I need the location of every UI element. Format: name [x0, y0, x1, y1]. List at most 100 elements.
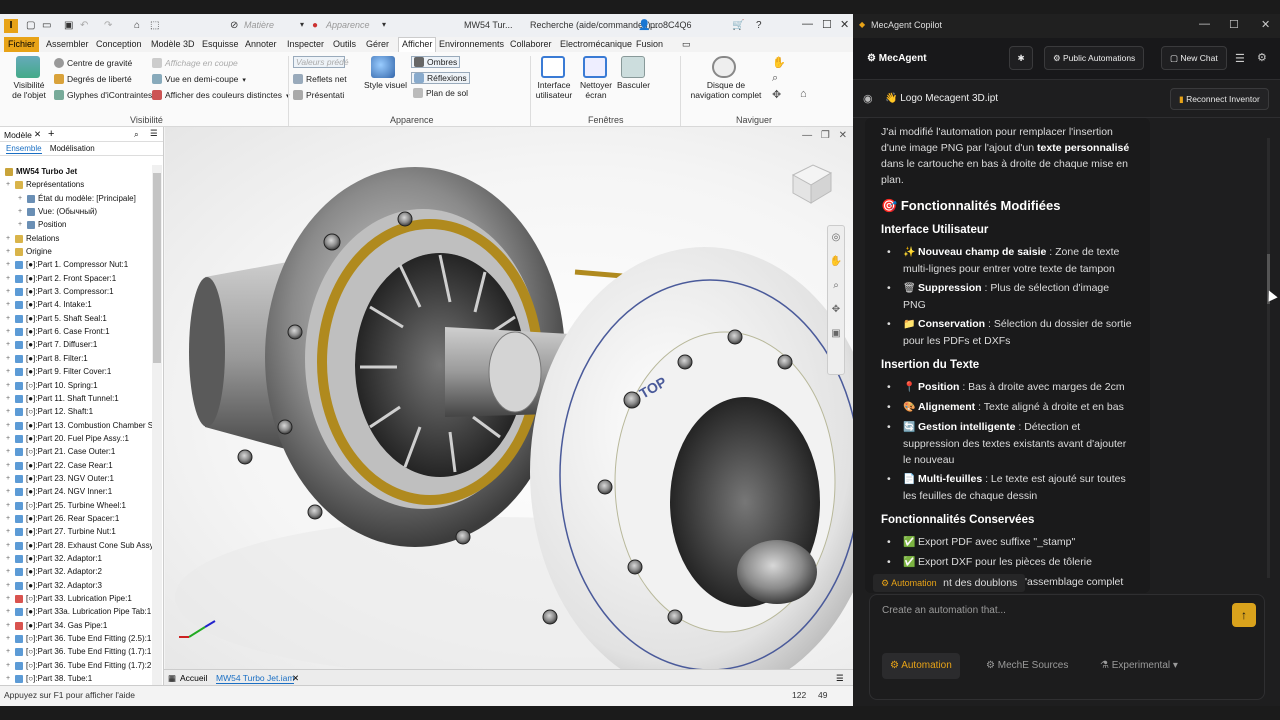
chevron-down-icon[interactable]: ▾ [300, 20, 304, 29]
look-at-icon[interactable]: ▣ [828, 322, 844, 346]
menu-g-rer[interactable]: Gérer [366, 39, 389, 49]
chevron-down-icon[interactable]: ▾ [382, 20, 386, 29]
tab-modeling[interactable]: Modélisation [50, 144, 95, 153]
expand-icon[interactable]: + [6, 232, 12, 245]
expand-icon[interactable]: + [18, 205, 24, 218]
expand-icon[interactable]: + [6, 312, 12, 325]
nav-disk-button[interactable]: Disque de navigation complet [688, 80, 764, 100]
menu-esquisse[interactable]: Esquisse [202, 39, 239, 49]
expand-icon[interactable]: + [6, 285, 12, 298]
net-reflections-button[interactable]: Reflets net [293, 74, 347, 84]
expand-icon[interactable]: + [6, 178, 12, 191]
expand-icon[interactable]: + [6, 499, 12, 512]
tree-item[interactable]: + [●]:Part 9. Filter Cover:1 [0, 365, 152, 378]
expand-icon[interactable]: + [6, 565, 12, 578]
active-doc-tab[interactable]: MW54 Turbo Jet.iam [216, 673, 295, 684]
maximize-button[interactable]: ☐ [1229, 18, 1239, 31]
user-icon[interactable]: 👤 [638, 20, 650, 31]
expand-icon[interactable]: + [6, 579, 12, 592]
expand-icon[interactable]: + [6, 419, 12, 432]
expand-icon[interactable]: + [6, 539, 12, 552]
tree-item[interactable]: + Vue: (Обычный) [0, 205, 152, 218]
tree-item[interactable]: + [●]:Part 32. Adaptor:3 [0, 579, 152, 592]
shadows-button[interactable]: Ombres [411, 56, 461, 68]
visual-style-button[interactable]: Style visuel [364, 80, 407, 90]
undo-icon[interactable]: ↶ [80, 20, 88, 31]
chevron-down-icon[interactable]: ▾ [242, 77, 246, 84]
tree-item[interactable]: + [●]:Part 5. Shaft Seal:1 [0, 312, 152, 325]
tabs-menu-icon[interactable]: ☰ [836, 673, 844, 684]
expand-icon[interactable]: + [6, 512, 12, 525]
menu-electrom-canique[interactable]: Electromécanique [560, 39, 632, 49]
menu-fusion[interactable]: Fusion [636, 39, 663, 49]
expand-icon[interactable]: + [6, 472, 12, 485]
expand-icon[interactable]: + [6, 379, 12, 392]
orbit-icon[interactable]: ✥ [828, 298, 844, 322]
expand-icon[interactable]: + [6, 298, 12, 311]
switch-button[interactable]: Basculer [617, 80, 650, 90]
expand-icon[interactable]: + [6, 525, 12, 538]
ribbon-options-icon[interactable]: ▭ [682, 39, 691, 50]
expand-icon[interactable]: + [18, 218, 24, 231]
close-button[interactable]: ✕ [1261, 18, 1270, 31]
tree-item[interactable]: + [●]:Part 2. Front Spacer:1 [0, 272, 152, 285]
tree-item[interactable]: + [●]:Part 33a. Lubrication Pipe Tab:1 [0, 605, 152, 618]
menu-inspecter[interactable]: Inspecter [287, 39, 324, 49]
glyphs-button[interactable]: Glyphes d'iContraintes [54, 90, 152, 100]
reflections-button[interactable]: Réflexions [411, 72, 470, 84]
save-icon[interactable]: ▣ [64, 20, 73, 31]
menu-fichier[interactable]: Fichier [4, 37, 40, 52]
expand-icon[interactable]: + [6, 632, 12, 645]
chat-area[interactable]: J'ai modifié l'automation pour remplacer… [853, 118, 1280, 593]
reconnect-inventor-button[interactable]: ▮ Reconnect Inventor [1170, 88, 1269, 110]
tree-item[interactable]: + État du modèle: [Principale] [0, 192, 152, 205]
close-button[interactable]: ✕ [840, 18, 849, 31]
tree-item[interactable]: + [○]:Part 36. Tube End Fitting (1.7):2 [0, 659, 152, 672]
expand-icon[interactable]: + [6, 338, 12, 351]
menu-icon[interactable]: ☰ [1235, 52, 1245, 65]
mode-experimental[interactable]: ⚗ Experimental ▾ [1092, 653, 1186, 679]
new-file-icon[interactable]: ▢ [26, 20, 35, 31]
tree-item[interactable]: + [○]:Part 10. Spring:1 [0, 379, 152, 392]
tree-item[interactable]: + [●]:Part 3. Compressor:1 [0, 285, 152, 298]
tree-item[interactable]: + [○]:Part 36. Tube End Fitting (1.7):1 [0, 645, 152, 658]
close-icon[interactable]: ✕ [34, 129, 41, 140]
display-coupe-button[interactable]: Affichage en coupe [152, 58, 238, 68]
expand-icon[interactable]: + [18, 192, 24, 205]
zoom-icon[interactable]: ⌕ [828, 274, 844, 298]
tree-item[interactable]: + Relations [0, 232, 152, 245]
menu-icon[interactable]: ☰ [150, 128, 158, 139]
viewcube[interactable] [787, 159, 835, 207]
expand-icon[interactable]: + [6, 659, 12, 672]
tree-item[interactable]: + [●]:Part 27. Turbine Nut:1 [0, 525, 152, 538]
inventor-logo-icon[interactable]: I [4, 19, 18, 33]
tab-assembly[interactable]: Ensemble [6, 144, 42, 154]
home-view-icon[interactable]: ⌂ [800, 88, 807, 100]
pan-icon[interactable]: ✋ [828, 250, 844, 274]
user-interface-button[interactable]: Interface utilisateur [534, 80, 574, 100]
tree-item[interactable]: + [○]:Part 21. Case Outer:1 [0, 445, 152, 458]
tree-item[interactable]: + [○]:Part 36. Tube End Fitting (2.5):1 [0, 632, 152, 645]
public-automations-button[interactable]: ⚙ Public Automations [1044, 46, 1145, 70]
tree-item[interactable]: + [○]:Part 38. Tube:1 [0, 672, 152, 685]
expand-icon[interactable]: + [6, 365, 12, 378]
close-view-icon[interactable]: ✕ [839, 130, 847, 141]
tree-item[interactable]: + [●]:Part 28. Exhaust Cone Sub Assy.:1 [0, 539, 152, 552]
expand-icon[interactable]: + [6, 619, 12, 632]
tree-item[interactable]: + [●]:Part 4. Intake:1 [0, 298, 152, 311]
open-folder-icon[interactable]: ▭ [42, 20, 51, 31]
turbojet-model[interactable]: TOP [165, 127, 853, 683]
tree-item[interactable]: + Position [0, 218, 152, 231]
tree-item[interactable]: + [●]:Part 6. Case Front:1 [0, 325, 152, 338]
close-tab-icon[interactable]: ✕ [292, 673, 299, 684]
menu-environnements[interactable]: Environnements [439, 39, 504, 49]
menu-collaborer[interactable]: Collaborer [510, 39, 552, 49]
expand-icon[interactable]: + [6, 405, 12, 418]
menu-conception[interactable]: Conception [96, 39, 142, 49]
tree-item[interactable]: + [●]:Part 22. Case Rear:1 [0, 459, 152, 472]
plugin-icon[interactable]: ✱ [1009, 46, 1033, 70]
ground-plane-button[interactable]: Plan de sol [413, 88, 468, 98]
steering-wheel-icon[interactable]: ◎ [828, 226, 844, 250]
menu-assembler[interactable]: Assembler [46, 39, 89, 49]
home-tab[interactable]: Accueil [180, 673, 207, 683]
